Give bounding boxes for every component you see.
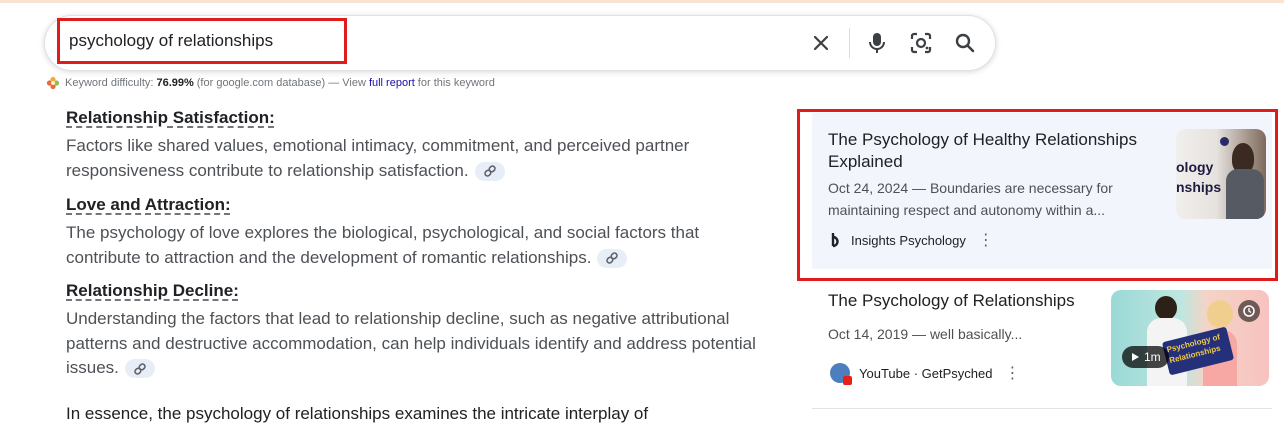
- keyword-suffix: for this keyword: [417, 77, 495, 89]
- play-icon: [1132, 353, 1139, 361]
- search-divider: [849, 28, 850, 58]
- keyword-difficulty-value: 76.99%: [156, 77, 194, 89]
- clear-icon[interactable]: [807, 29, 835, 57]
- youtube-icon: [843, 376, 852, 385]
- card-source-row[interactable]: YouTube · GetPsyched ⋮: [830, 363, 1020, 385]
- section-relationship-satisfaction: Relationship Satisfaction: Factors like …: [66, 107, 766, 183]
- keyword-db-note: (for google.com database) — View: [196, 77, 366, 89]
- channel-avatar: [830, 363, 852, 385]
- keyword-difficulty-bar: Keyword difficulty: 76.99% (for google.c…: [46, 76, 495, 90]
- section-love-and-attraction: Love and Attraction: The psychology of l…: [66, 194, 766, 270]
- semrush-flower-icon: [46, 76, 60, 90]
- section-body: Factors like shared values, emotional in…: [66, 136, 690, 181]
- link-chip-icon[interactable]: [597, 248, 628, 268]
- microphone-icon[interactable]: [863, 29, 891, 57]
- card-title[interactable]: The Psychology of Relationships: [828, 290, 1098, 312]
- section-body: The psychology of love explores the biol…: [66, 223, 700, 268]
- section-heading[interactable]: Relationship Decline:: [66, 280, 766, 302]
- video-thumbnail[interactable]: Psychology of Relationships: [1111, 290, 1269, 386]
- section-body: Understanding the factors that lead to r…: [66, 309, 756, 379]
- section-relationship-decline: Relationship Decline: Understanding the …: [66, 280, 766, 381]
- card-source-name: YouTube · GetPsyched: [859, 365, 993, 381]
- top-accent-line: [0, 0, 1284, 3]
- card-highlight-box: [797, 109, 1278, 281]
- watch-later-icon[interactable]: [1238, 300, 1260, 322]
- search-icon[interactable]: [951, 29, 979, 57]
- search-input[interactable]: psychology of relationships: [57, 18, 347, 64]
- full-report-link[interactable]: full report: [369, 77, 415, 89]
- link-chip-icon[interactable]: [474, 161, 505, 181]
- search-query-text: psychology of relationships: [69, 31, 274, 50]
- more-options-icon[interactable]: ⋮: [1004, 365, 1020, 381]
- video-duration: 1m: [1144, 350, 1161, 364]
- card-divider: [812, 408, 1272, 409]
- summary-text: In essence, the psychology of relationsh…: [66, 404, 649, 423]
- section-heading[interactable]: Relationship Satisfaction:: [66, 107, 766, 129]
- lens-camera-icon[interactable]: [907, 29, 935, 57]
- search-bar[interactable]: psychology of relationships: [44, 15, 996, 71]
- keyword-difficulty-label: Keyword difficulty:: [65, 77, 154, 89]
- link-chip-icon[interactable]: [124, 359, 155, 379]
- card-snippet: Oct 14, 2019 — well basically...: [828, 326, 1023, 342]
- video-duration-badge: 1m: [1122, 346, 1169, 368]
- section-heading[interactable]: Love and Attraction:: [66, 194, 766, 216]
